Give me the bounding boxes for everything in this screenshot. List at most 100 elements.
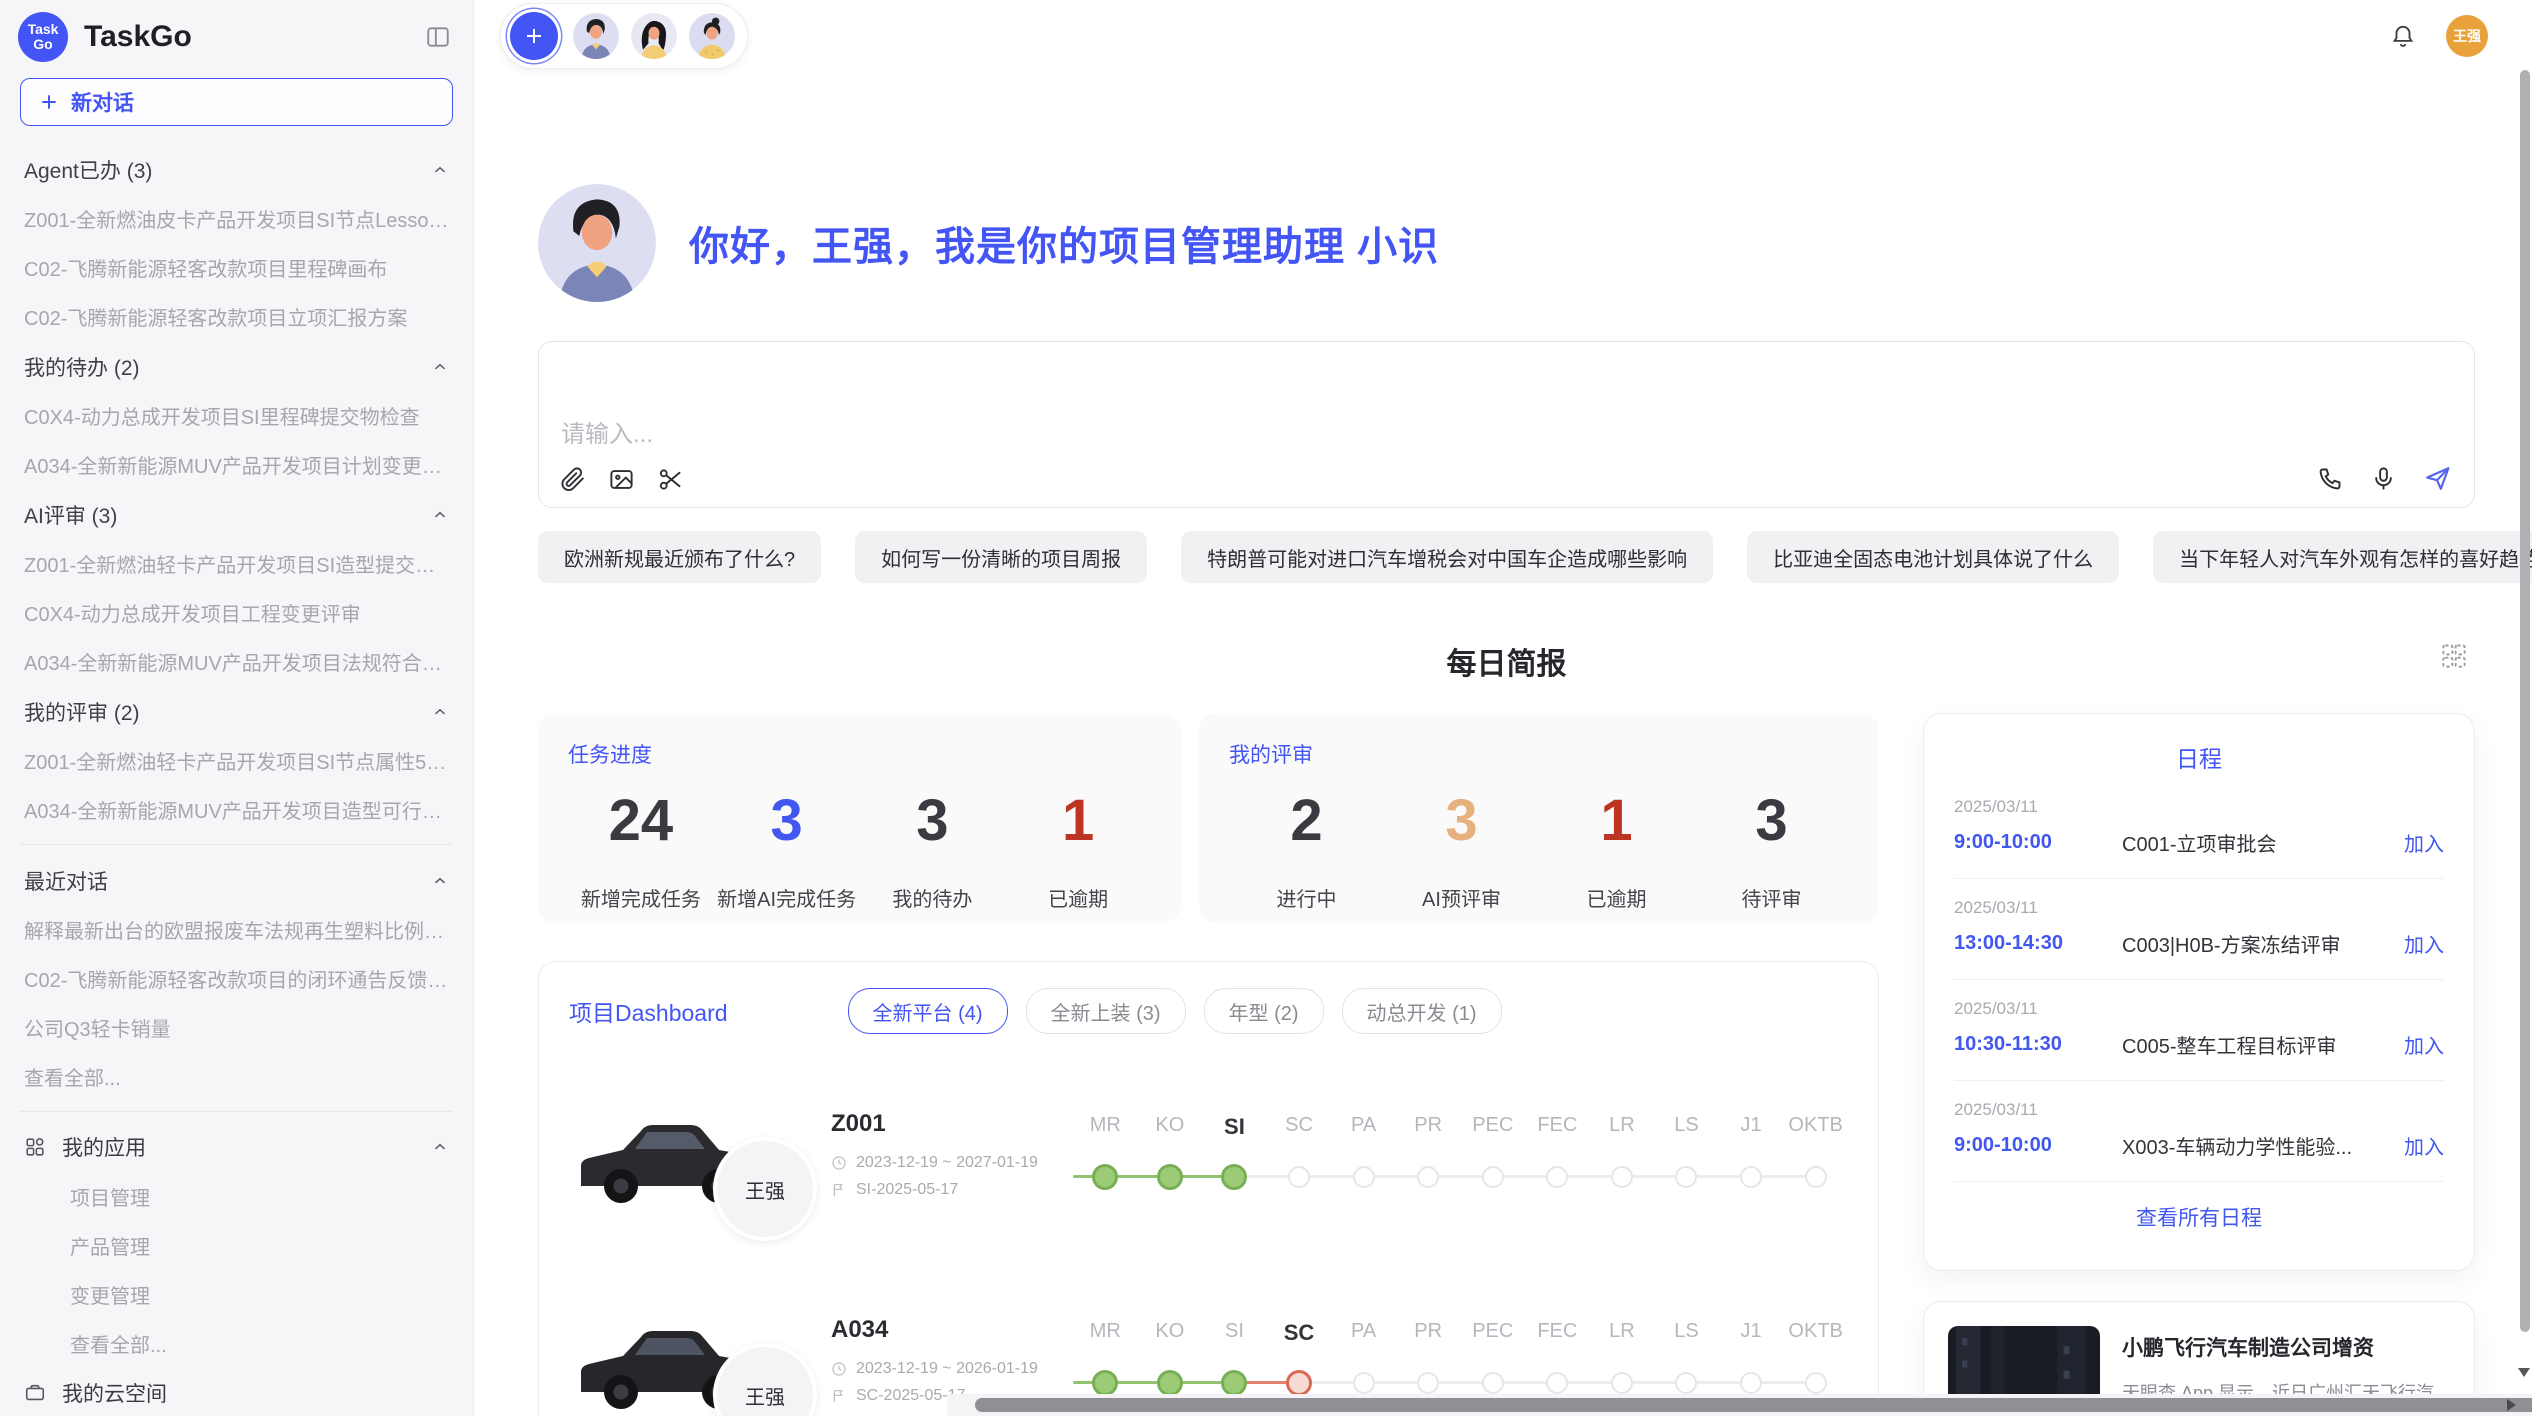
horizontal-scrollbar[interactable] [947,1394,2532,1416]
recent-chat-item[interactable]: 解释最新出台的欧盟报废车法规再生塑料比例被调至15%... [14,905,459,954]
sidebar-scroll-area: Agent已办 (3) Z001-全新燃油皮卡产品开发项目SI节点Lesson … [0,140,473,1416]
logo-text-top: Task [28,22,59,37]
voice-call-icon[interactable] [2317,465,2344,492]
join-meeting-link[interactable]: 加入 [2404,1030,2444,1059]
dashboard-tab[interactable]: 年型 (2) [1204,988,1324,1034]
stat-item: 2 进行中 [1229,789,1384,912]
milestone-dot-pending [1525,1164,1590,1190]
stat-value: 1 [1539,789,1694,853]
horizontal-scrollbar-thumb[interactable] [975,1398,2532,1412]
scroll-right-arrow[interactable] [2507,1399,2516,1411]
sidebar-task-item[interactable]: A034-全新新能源MUV产品开发项目法规符合性评审 [14,637,459,686]
stat-value: 3 [860,789,1006,853]
milestone-label: PA [1331,1320,1396,1346]
sidebar-task-item[interactable]: A034-全新新能源MUV产品开发项目计划变更表编写 [14,440,459,489]
milestone-dot-pending [1783,1164,1848,1190]
apps-view-all[interactable]: 查看全部... [14,1319,459,1368]
section-header[interactable]: 最近对话 [14,855,459,905]
milestone-label: KO [1138,1114,1203,1140]
my-apps-header[interactable]: 我的应用 [14,1122,459,1172]
suggestion-chip[interactable]: 如何写一份清晰的项目周报 [855,531,1147,583]
user-avatar[interactable]: 王强 [2446,15,2488,57]
recent-view-all[interactable]: 查看全部... [14,1052,459,1101]
sidebar-header: Task Go TaskGo [0,0,473,72]
chat-input[interactable]: 请输入... [538,341,2475,508]
dashboard-tab[interactable]: 全新上装 (3) [1026,988,1186,1034]
sidebar-task-item[interactable]: C0X4-动力总成开发项目SI里程碑提交物检查 [14,391,459,440]
scissors-icon[interactable] [657,466,684,493]
suggestion-chip[interactable]: 欧洲新规最近颁布了什么? [538,531,821,583]
my-apps-label: 我的应用 [62,1132,415,1162]
section-header[interactable]: Agent已办 (3) [14,144,459,194]
join-meeting-link[interactable]: 加入 [2404,1131,2444,1160]
add-assistant-button[interactable] [510,12,558,60]
app-shortcut-item[interactable]: 变更管理 [14,1270,459,1319]
milestone-dot-pending [1525,1370,1590,1396]
join-meeting-link[interactable]: 加入 [2404,828,2444,857]
app-shortcut-item[interactable]: 产品管理 [14,1221,459,1270]
milestone-label: KO [1138,1320,1203,1346]
topbar-right: 王强 [2390,15,2488,57]
vertical-scrollbar[interactable] [2518,0,2532,1416]
attach-file-icon[interactable] [559,466,586,493]
milestone-dot-done [1202,1370,1267,1396]
recent-chat-item[interactable]: C02-飞腾新能源轻客改款项目的闭环通告反馈情况 [14,954,459,1003]
milestone-label: PR [1396,1320,1461,1346]
sidebar-collapse-icon[interactable] [425,24,451,50]
section-header[interactable]: 我的待办 (2) [14,341,459,391]
clock-icon [831,1155,847,1171]
view-all-schedule-link[interactable]: 查看所有日程 [1954,1182,2444,1254]
sidebar-section-ai-review: AI评审 (3) Z001-全新燃油轻卡产品开发项目SI造型提交物评审C0X4-… [14,489,459,686]
app-shortcut-item[interactable]: 项目管理 [14,1172,459,1221]
section-title: AI评审 (3) [24,500,117,530]
insert-image-icon[interactable] [608,466,635,493]
suggestion-chip[interactable]: 特朗普可能对进口汽车增税会对中国车企造成哪些影响 [1181,531,1713,583]
composer-attachments [559,466,684,493]
stat-value: 3 [1694,789,1849,853]
daily-brief-title: 每日简报 [538,639,2475,683]
layout-grid-icon[interactable] [2439,641,2469,671]
join-meeting-link[interactable]: 加入 [2404,929,2444,958]
stat-item: 3 我的待办 [860,789,1006,912]
notification-bell-icon[interactable] [2390,23,2416,49]
microphone-icon[interactable] [2370,465,2397,492]
suggestion-chip[interactable]: 比亚迪全固态电池计划具体说了什么 [1747,531,2119,583]
project-dates: 2023-12-19 ~ 2027-01-19 [856,1154,1038,1172]
schedule-time: 13:00-14:30 [1954,932,2122,955]
send-icon[interactable] [2423,464,2452,493]
assistant-avatar-2[interactable] [631,13,677,59]
section-header[interactable]: AI评审 (3) [14,489,459,539]
suggestion-chips: 欧洲新规最近颁布了什么? 如何写一份清晰的项目周报特朗普可能对进口汽车增税会对中国… [538,531,2475,583]
milestone-dot-pending [1460,1370,1525,1396]
sidebar-task-item[interactable]: C02-飞腾新能源轻客改款项目里程碑画布 [14,243,459,292]
section-header[interactable]: 我的评审 (2) [14,686,459,736]
stat-value: 2 [1229,789,1384,853]
project-row-z001[interactable]: 王强 Z001 2023-12-19 ~ 2027-01-19 [569,1068,1848,1240]
schedule-item: 2025/03/11 9:00-10:00 X003-车辆动力学性能验... 加… [1954,1081,2444,1182]
dashboard-tab[interactable]: 动总开发 (1) [1342,988,1502,1034]
new-chat-button[interactable]: 新对话 [20,78,453,126]
sidebar-task-item[interactable]: C02-飞腾新能源轻客改款项目立项汇报方案 [14,292,459,341]
app-title: TaskGo [84,20,425,54]
recent-chat-item[interactable]: 公司Q3轻卡销量 [14,1003,459,1052]
assistant-avatar-3[interactable] [689,13,735,59]
app-window: Task Go TaskGo 新对话 Agent已办 (3) [0,0,2532,1416]
dashboard-tab[interactable]: 全新平台 (4) [848,988,1008,1034]
milestone-label: FEC [1525,1114,1590,1140]
vertical-scrollbar-thumb[interactable] [2520,70,2530,1332]
stat-item: 1 已逾期 [1005,789,1151,912]
milestone-dot-done [1138,1370,1203,1396]
sidebar-item-cloud-space[interactable]: 我的云空间 [14,1368,459,1416]
sidebar-task-item[interactable]: Z001-全新燃油轻卡产品开发项目SI节点属性5D文件评审 [14,736,459,785]
card-title: 任务进度 [568,739,1151,769]
section-title: 最近对话 [24,866,108,896]
sidebar-task-item[interactable]: C0X4-动力总成开发项目工程变更评审 [14,588,459,637]
milestone-label: OKTB [1783,1320,1848,1346]
sidebar-task-item[interactable]: Z001-全新燃油轻卡产品开发项目SI造型提交物评审 [14,539,459,588]
sidebar-task-item[interactable]: Z001-全新燃油皮卡产品开发项目SI节点Lesson Learn报告 [14,194,459,243]
divider [20,1111,453,1112]
suggestion-chip[interactable]: 当下年轻人对汽车外观有怎样的喜好趋势 [2153,531,2532,583]
assistant-avatar-1[interactable] [573,13,619,59]
sidebar-task-item[interactable]: A034-全新新能源MUV产品开发项目造型可行性评审 [14,785,459,834]
scroll-down-arrow[interactable] [2518,1368,2530,1377]
